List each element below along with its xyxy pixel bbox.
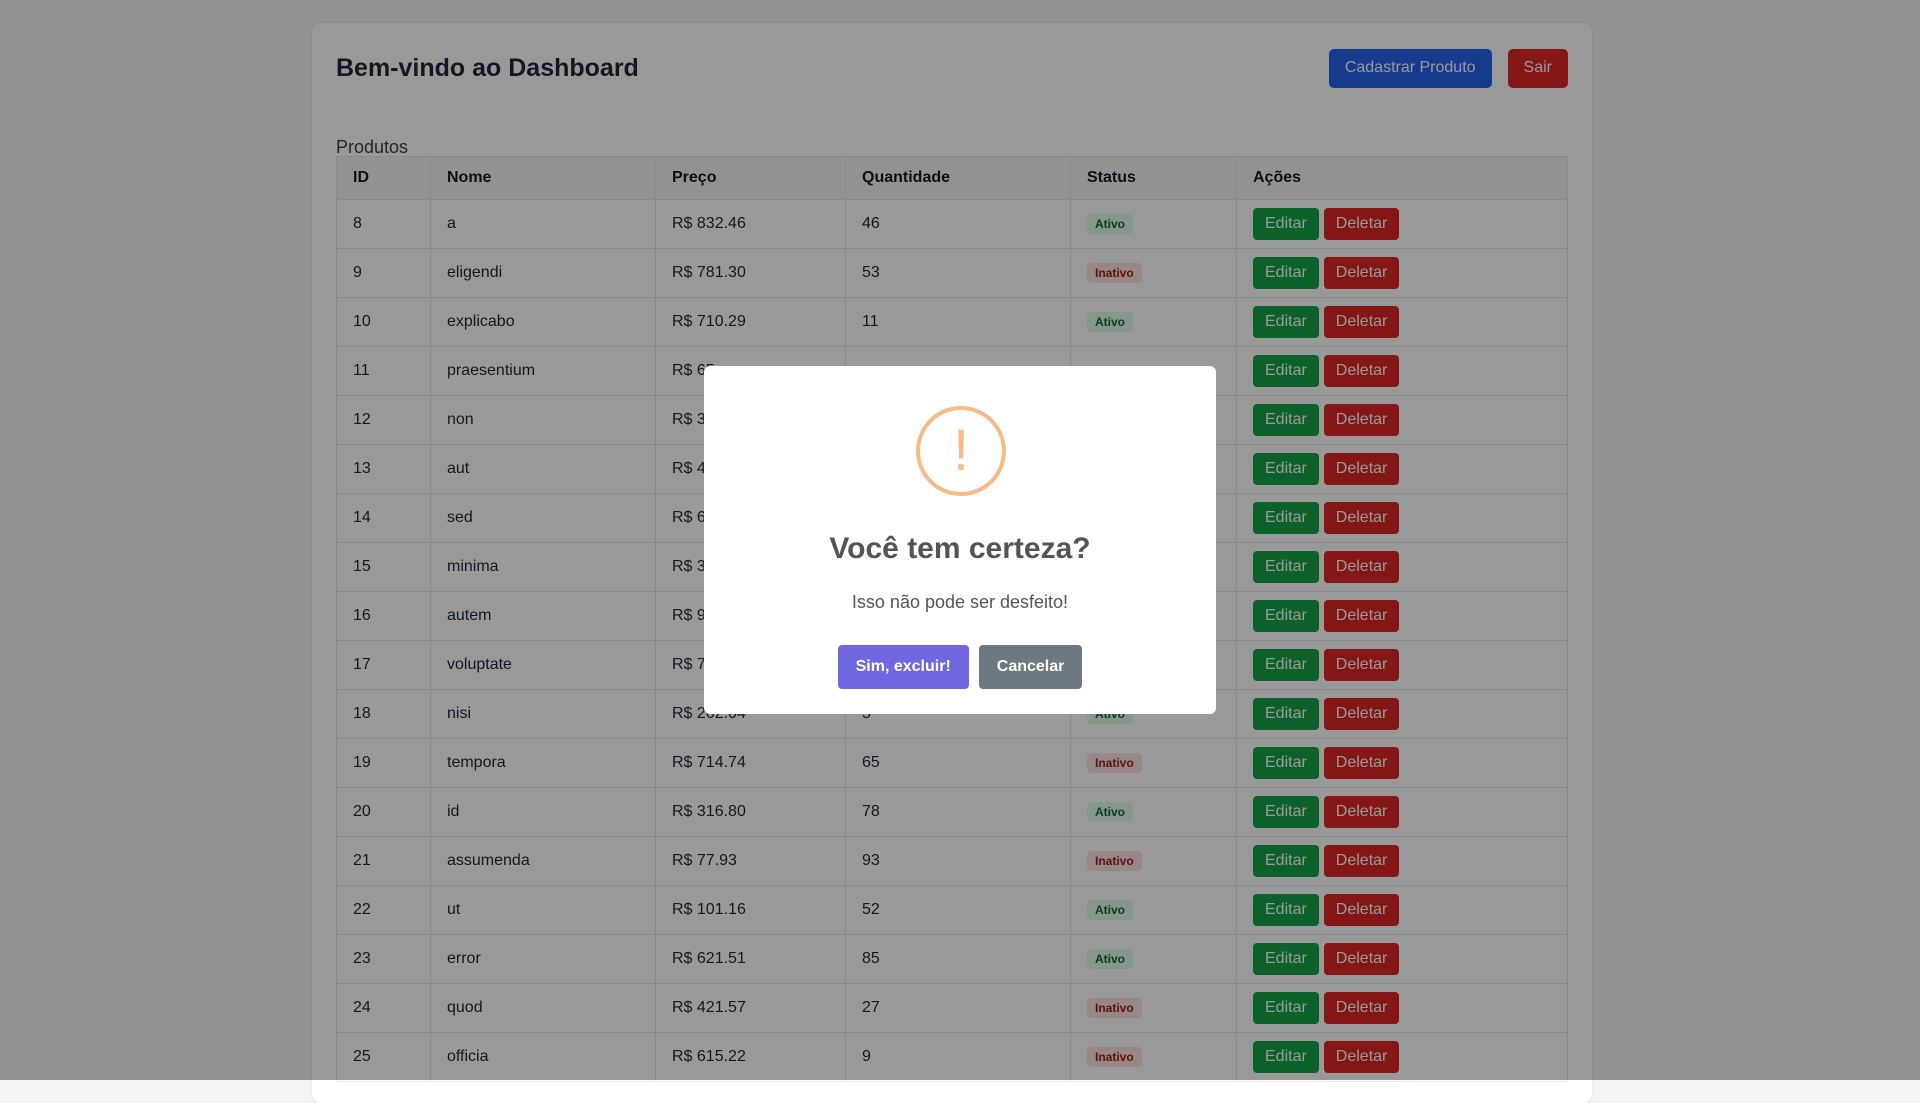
confirm-delete-button[interactable]: Sim, excluir! [837, 645, 969, 689]
dialog-actions: Sim, excluir! Cancelar [704, 645, 1216, 689]
confirm-dialog: ! Você tem certeza? Isso não pode ser de… [704, 366, 1216, 714]
cancel-button[interactable]: Cancelar [978, 645, 1083, 689]
dialog-title: Você tem certeza? [829, 532, 1091, 565]
dialog-text: Isso não pode ser desfeito! [851, 592, 1069, 612]
warning-icon: ! [916, 406, 1006, 496]
